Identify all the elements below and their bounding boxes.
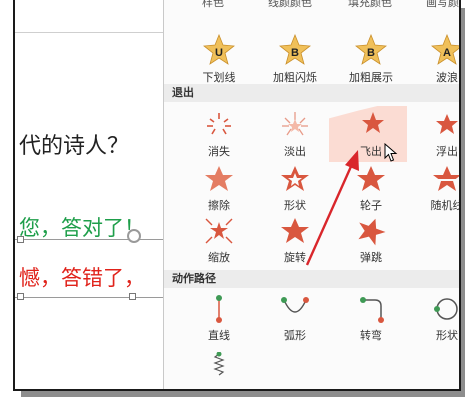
resize-handle-bl[interactable] <box>17 293 24 300</box>
fade-icon <box>282 112 308 136</box>
gallery-top-cutoff: 样色 线颜颜色 填充颜色 画写颜 <box>164 0 459 12</box>
svg-text:B: B <box>291 47 299 59</box>
loops-path-icon <box>213 352 225 376</box>
rotate-handle[interactable] <box>127 229 141 243</box>
cutoff-label-2: 线颜颜色 <box>268 0 312 9</box>
resize-handle-tl[interactable] <box>17 236 24 243</box>
underline-star-icon: U <box>203 34 235 65</box>
anim-wipe[interactable]: 擦除 <box>186 164 252 213</box>
zoom-icon <box>205 218 233 244</box>
wipe-icon <box>205 166 233 191</box>
anim-path-shape[interactable]: 形状 <box>414 294 459 343</box>
anim-path-loops[interactable] <box>186 352 252 378</box>
screenshot-frame: 代的诗人？ 您，答对了！ 憾，答错了， 样色 线颜颜色 填充颜色 画写颜 U 下… <box>13 0 461 391</box>
anim-bold-reveal[interactable]: B 加粗展示 <box>338 34 404 85</box>
anim-random-bars[interactable]: 随机线 <box>414 164 459 213</box>
slide-divider <box>15 32 165 33</box>
wrong-answer-text[interactable]: 憾，答错了， <box>19 262 145 292</box>
mouse-cursor-icon <box>384 143 398 162</box>
anim-swivel[interactable]: 旋转 <box>262 216 328 265</box>
line-path-icon <box>216 295 222 323</box>
anim-bold-flash[interactable]: B 加粗闪烁 <box>262 34 328 85</box>
anim-path-turn[interactable]: 转弯 <box>338 294 404 343</box>
anim-fade[interactable]: 淡出 <box>262 110 328 159</box>
wheel-icon <box>357 166 385 191</box>
bounce-icon <box>358 218 386 246</box>
resize-handle-bottom[interactable] <box>129 293 136 300</box>
anim-disappear[interactable]: 消失 <box>186 110 252 159</box>
anim-wheel[interactable]: 轮子 <box>338 164 404 213</box>
shape-path-icon <box>434 298 458 320</box>
anim-bounce[interactable]: 弹跳 <box>338 216 404 265</box>
svg-text:B: B <box>367 47 375 59</box>
section-motion-paths: 动作路径 <box>164 270 459 288</box>
wave-star-icon: A <box>431 34 459 65</box>
cutoff-label-3: 填充颜色 <box>348 0 392 9</box>
svg-text:A: A <box>443 47 451 59</box>
arc-path-icon <box>281 297 309 313</box>
anim-underline[interactable]: U 下划线 <box>186 34 252 85</box>
disappear-icon <box>207 113 231 135</box>
anim-path-line[interactable]: 直线 <box>186 294 252 343</box>
fly-out-icon <box>362 112 384 133</box>
anim-zoom[interactable]: 缩放 <box>186 216 252 265</box>
swivel-icon <box>281 218 309 243</box>
slide-canvas <box>15 0 165 389</box>
cutoff-label-4: 画写颜 <box>426 0 459 9</box>
bold-reveal-star-icon: B <box>355 34 387 65</box>
shape-icon <box>281 166 309 191</box>
section-exit: 退出 <box>164 84 459 102</box>
question-text[interactable]: 代的诗人？ <box>19 128 129 160</box>
anim-shape[interactable]: 形状 <box>262 164 328 213</box>
anim-wave[interactable]: A 波浪 <box>414 34 459 85</box>
float-out-icon <box>436 114 458 134</box>
correct-answer-text[interactable]: 您，答对了！ <box>19 212 145 242</box>
svg-text:U: U <box>215 47 223 59</box>
animation-gallery: 样色 线颜颜色 填充颜色 画写颜 U 下划线 B 加粗闪烁 B 加粗展示 A 波… <box>163 0 459 389</box>
anim-float-out[interactable]: 浮出 <box>414 110 459 159</box>
random-bars-icon <box>433 166 459 191</box>
turn-path-icon <box>360 297 384 323</box>
bold-flash-star-icon: B <box>279 34 311 65</box>
cutoff-label-1: 样色 <box>202 0 224 9</box>
anim-path-arc[interactable]: 弧形 <box>262 294 328 343</box>
